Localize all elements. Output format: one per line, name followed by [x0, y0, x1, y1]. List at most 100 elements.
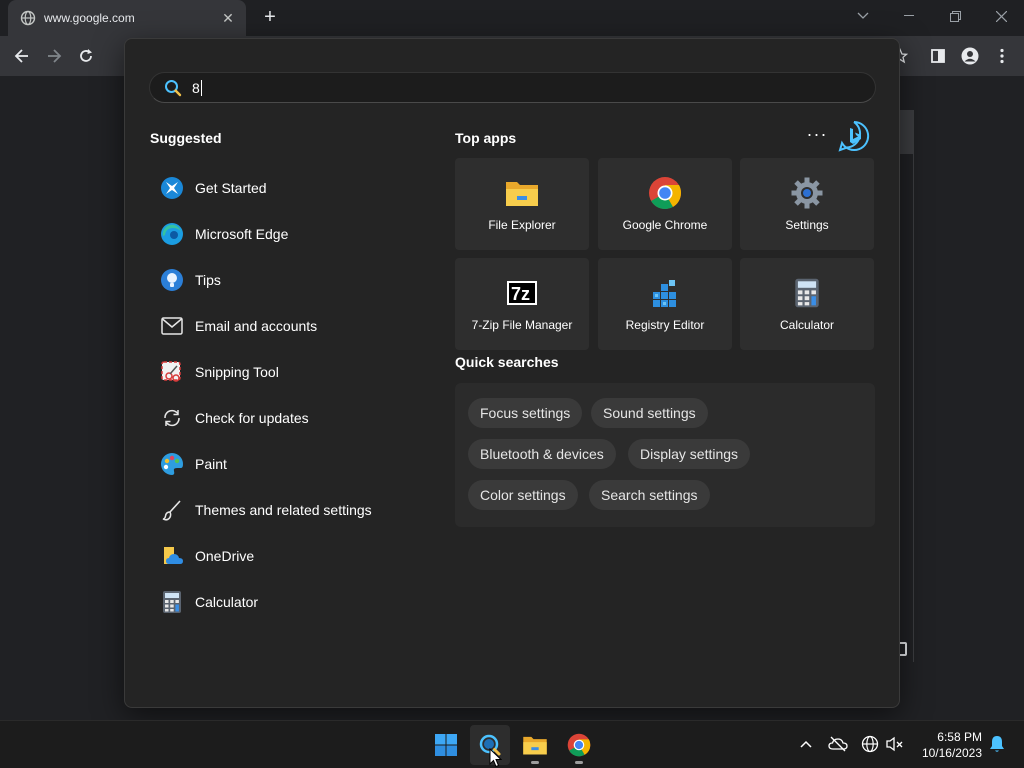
suggested-item-get-started[interactable]: Get Started — [159, 165, 439, 211]
onedrive-offline-icon[interactable] — [827, 733, 849, 755]
show-hidden-icons-chevron-icon[interactable] — [795, 733, 817, 755]
7zip-icon: 7z — [505, 276, 539, 310]
app-tile-calculator[interactable]: Calculator — [740, 258, 874, 350]
suggested-item-label: Paint — [195, 456, 227, 472]
suggested-item-onedrive[interactable]: OneDrive — [159, 533, 439, 579]
browser-tabbar: www.google.com ✕ + — [0, 0, 1024, 36]
suggested-item-label: Themes and related settings — [195, 502, 372, 518]
browser-tab[interactable]: www.google.com ✕ — [8, 0, 246, 36]
svg-text:7z: 7z — [511, 284, 530, 304]
suggested-heading: Suggested — [150, 130, 222, 146]
suggested-item-email-and-accounts[interactable]: Email and accounts — [159, 303, 439, 349]
search-input[interactable]: 8 — [192, 80, 200, 96]
globe-icon — [20, 10, 36, 26]
close-window-icon[interactable] — [978, 0, 1024, 32]
tab-title: www.google.com — [44, 11, 135, 25]
quick-search-chip[interactable]: Color settings — [468, 480, 578, 510]
back-icon[interactable] — [10, 44, 34, 68]
suggested-item-label: Check for updates — [195, 410, 309, 426]
calculator-icon — [790, 276, 824, 310]
app-tile-label: Calculator — [779, 318, 835, 332]
file-explorer-icon — [505, 176, 539, 210]
page-background-element — [900, 152, 914, 662]
quick-search-chip[interactable]: Display settings — [628, 439, 751, 469]
close-tab-icon[interactable]: ✕ — [220, 10, 236, 26]
app-tile-7zip[interactable]: 7z 7-Zip File Manager — [455, 258, 589, 350]
search-icon — [165, 79, 182, 96]
brush-icon — [159, 497, 185, 523]
menu-kebab-icon[interactable] — [990, 44, 1014, 68]
quick-searches-heading: Quick searches — [455, 354, 559, 370]
quick-searches-box: Focus settings Sound settings Bluetooth … — [455, 383, 875, 527]
suggested-item-label: OneDrive — [195, 548, 255, 564]
suggested-item-themes[interactable]: Themes and related settings — [159, 487, 439, 533]
registry-editor-icon — [648, 276, 682, 310]
gear-icon — [790, 176, 824, 210]
paint-icon — [159, 451, 185, 477]
suggested-item-label: Microsoft Edge — [195, 226, 289, 242]
app-tile-label: Settings — [785, 218, 829, 232]
app-tile-google-chrome[interactable]: Google Chrome — [598, 158, 732, 250]
get-started-icon — [159, 175, 185, 201]
email-icon — [159, 313, 185, 339]
bing-icon[interactable] — [838, 120, 870, 152]
taskbar-clock[interactable]: 6:58 PM 10/16/2023 — [912, 729, 982, 761]
taskbar: 6:58 PM 10/16/2023 — [0, 720, 1024, 768]
profile-icon[interactable] — [958, 44, 982, 68]
taskbar-chrome[interactable] — [559, 725, 599, 765]
file-explorer-icon — [523, 736, 547, 755]
suggested-item-calculator[interactable]: Calculator — [159, 579, 439, 625]
suggested-list: Get Started Microsoft Edge Tips Email an… — [159, 165, 439, 625]
running-indicator — [531, 761, 539, 764]
clock-time: 6:58 PM — [937, 730, 982, 744]
new-tab-button[interactable]: + — [258, 6, 282, 30]
suggested-item-label: Snipping Tool — [195, 364, 279, 380]
volume-muted-icon[interactable] — [884, 733, 906, 755]
more-options-button[interactable]: ··· — [805, 125, 829, 149]
chrome-icon — [648, 176, 682, 210]
text-caret — [200, 79, 202, 96]
tab-search-icon[interactable] — [840, 0, 886, 32]
chrome-icon — [567, 733, 591, 757]
side-panel-icon[interactable] — [926, 44, 950, 68]
app-tile-file-explorer[interactable]: File Explorer — [455, 158, 589, 250]
app-tile-label: File Explorer — [488, 218, 556, 232]
search-box[interactable]: 8 — [149, 72, 876, 103]
minimize-icon[interactable] — [886, 0, 932, 32]
notification-bell-icon[interactable] — [986, 733, 1008, 755]
app-tile-registry-editor[interactable]: Registry Editor — [598, 258, 732, 350]
quick-search-chip[interactable]: Bluetooth & devices — [468, 439, 616, 469]
onedrive-icon — [159, 543, 185, 569]
quick-search-chip[interactable]: Focus settings — [468, 398, 583, 428]
windows-search-panel: 8 Suggested Get Started Microsoft Edge T… — [124, 38, 900, 708]
suggested-item-label: Tips — [195, 272, 221, 288]
restore-icon[interactable] — [932, 0, 978, 32]
running-indicator — [575, 761, 583, 764]
suggested-item-check-for-updates[interactable]: Check for updates — [159, 395, 439, 441]
snipping-tool-icon — [159, 359, 185, 385]
start-button[interactable] — [426, 725, 466, 765]
windows-logo-icon — [435, 734, 457, 756]
forward-icon[interactable] — [42, 44, 66, 68]
network-globe-icon[interactable] — [859, 733, 881, 755]
suggested-item-label: Get Started — [195, 180, 267, 196]
app-tile-label: Registry Editor — [625, 318, 705, 332]
suggested-item-label: Calculator — [195, 594, 259, 610]
reload-icon[interactable] — [74, 44, 98, 68]
suggested-item-tips[interactable]: Tips — [159, 257, 439, 303]
quick-search-chip[interactable]: Sound settings — [591, 398, 708, 428]
taskbar-file-explorer[interactable] — [515, 725, 555, 765]
edge-icon — [159, 221, 185, 247]
quick-search-chip[interactable]: Search settings — [589, 480, 710, 510]
top-apps-heading: Top apps — [455, 130, 517, 146]
calculator-icon — [159, 589, 185, 615]
suggested-item-snipping-tool[interactable]: Snipping Tool — [159, 349, 439, 395]
app-tile-settings[interactable]: Settings — [740, 158, 874, 250]
suggested-item-paint[interactable]: Paint — [159, 441, 439, 487]
app-tile-label: 7-Zip File Manager — [471, 318, 573, 332]
mouse-cursor-icon — [489, 747, 503, 768]
suggested-item-microsoft-edge[interactable]: Microsoft Edge — [159, 211, 439, 257]
suggested-item-label: Email and accounts — [195, 318, 318, 334]
tips-icon — [159, 267, 185, 293]
refresh-icon — [159, 405, 185, 431]
